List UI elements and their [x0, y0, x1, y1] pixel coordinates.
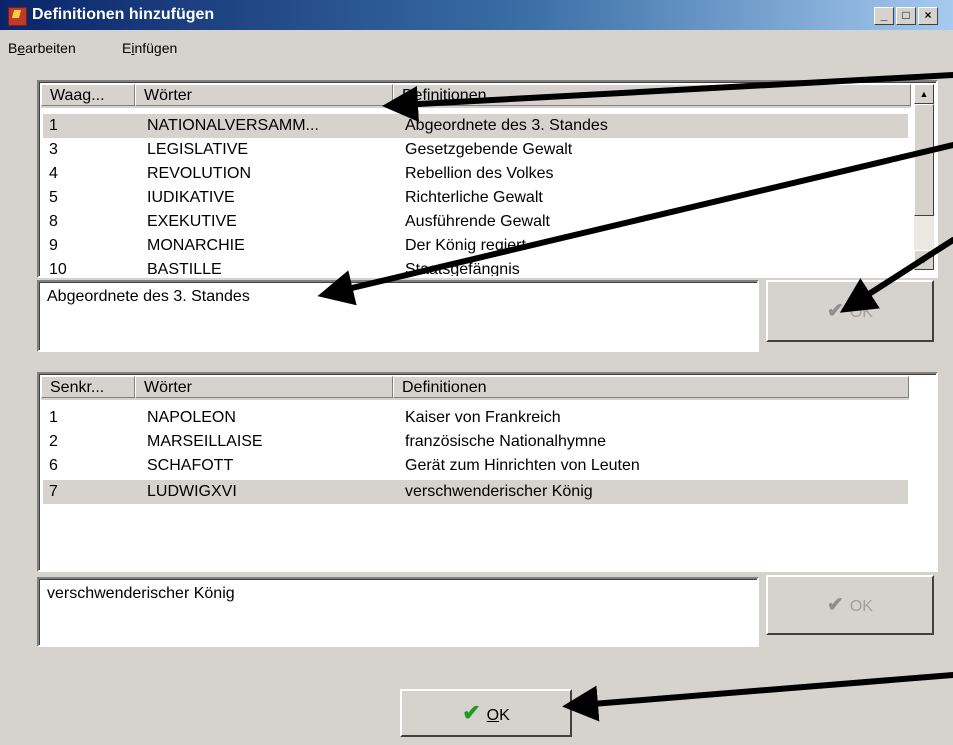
dialog-window: Definitionen hinzufügen _ □ × Bearbeiten…	[0, 0, 953, 745]
annotation-arrows	[317, 72, 953, 722]
arrow-to-ok	[562, 672, 953, 722]
arrow-to-list-header	[382, 72, 953, 122]
arrow-to-top-ok	[839, 237, 953, 313]
arrow-to-memo	[317, 142, 953, 306]
